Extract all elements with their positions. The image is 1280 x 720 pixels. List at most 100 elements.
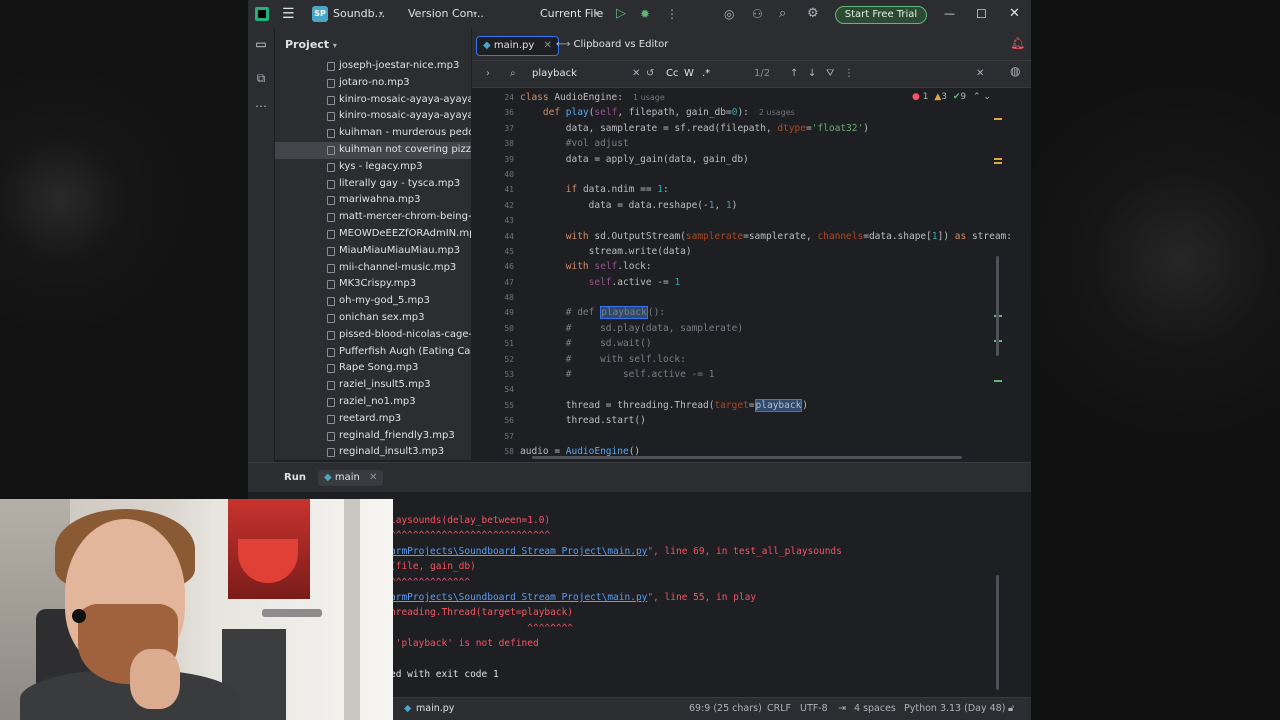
more-tools-icon[interactable]: ⋯ [254,100,268,112]
file-item[interactable]: raziel_no1.mp3 [275,394,471,411]
run-config-selector[interactable]: Current File [540,0,603,28]
file-item[interactable]: kuihman not covering pizza cl [275,141,471,159]
project-badge[interactable]: SP [312,6,328,22]
code-line[interactable]: 39 data = apply_gain(data, gain_db) [472,152,1031,167]
close-tab-icon[interactable]: ✕ [544,40,552,51]
code-line[interactable]: 46 with self.lock: [472,259,1031,274]
status-file[interactable]: main.py [416,698,454,720]
expand-icon[interactable]: › [486,66,490,82]
maximize-icon[interactable]: ☐ [976,0,987,28]
close-icon[interactable]: ✕ [1009,0,1020,28]
code-line[interactable]: 57 [472,429,1031,444]
more-icon[interactable]: ⋮ [844,66,854,82]
close-find-icon[interactable]: ✕ [976,66,984,82]
file-item[interactable]: pissed-blood-nicolas-cage-be [275,327,471,344]
more-actions-icon[interactable]: ⋮ [666,0,678,28]
code-line[interactable]: 45 stream.write(data) [472,244,1031,259]
clear-search-icon[interactable]: ✕ [632,66,640,82]
project-panel-title[interactable]: Project ▾ [285,38,337,51]
code-line[interactable]: 40 [472,167,1031,182]
indentation[interactable]: 4 spaces [854,698,896,720]
match-case-toggle[interactable]: Cc [666,66,678,82]
code-line[interactable]: 52 # with self.lock: [472,352,1031,367]
editor-scrollbar[interactable] [996,256,999,356]
file-item[interactable]: MiauMiauMiauMiau.mp3 [275,243,471,260]
structure-icon[interactable]: ⧉ [254,72,268,84]
code-line[interactable]: 37 data, samplerate = sf.read(filepath, … [472,121,1031,136]
file-item[interactable]: literally gay - tysca.mp3 [275,176,471,193]
whole-word-toggle[interactable]: W [684,66,694,82]
code-line[interactable]: 44 with sd.OutputStream(samplerate=sampl… [472,229,1031,244]
file-item[interactable]: reetard.mp3 [275,411,471,428]
inspection-widget[interactable]: ● 1 ▲3 ✔9 ⌃ ⌄ [912,92,991,102]
minimize-icon[interactable]: — [944,0,955,28]
tab-clipboard-vs-editor[interactable]: ⟷ Clipboard vs Editor [556,36,668,54]
file-item[interactable]: MK3Crispy.mp3 [275,276,471,293]
file-item[interactable]: onichan sex.mp3 [275,310,471,327]
code-line[interactable]: 47 self.active -= 1 [472,275,1031,290]
code-line[interactable]: 42 data = data.reshape(-1, 1) [472,198,1031,213]
file-item[interactable]: mii-channel-music.mp3 [275,260,471,277]
file-item[interactable]: reginald_friendly3.mp3 [275,428,471,445]
tab-main-py[interactable]: ◆ main.py ✕ [476,36,559,56]
code-line[interactable]: 55 thread = threading.Thread(target=play… [472,398,1031,413]
file-encoding[interactable]: UTF-8 [800,698,828,720]
usage-hint[interactable]: 1 usage [633,93,665,102]
history-icon[interactable]: ↺ [646,66,654,82]
file-item[interactable]: kiniro-mosaic-ayaya-ayaya_Hc [275,108,471,125]
console-scrollbar[interactable] [996,575,999,690]
arrow-up-icon[interactable]: ↑ [790,66,798,82]
file-item[interactable]: kuihman - murderous pedoph [275,125,471,142]
add-user-icon[interactable]: ⚇ [752,0,763,28]
file-item[interactable]: oh-my-god_5.mp3 [275,293,471,310]
code-line[interactable]: 43 [472,213,1031,228]
project-switcher[interactable]: Soundb... [333,0,385,28]
close-tab-icon[interactable]: ✕ [369,472,377,483]
folder-icon[interactable]: ▭ [254,38,268,50]
file-item[interactable]: mariwahna.mp3 [275,192,471,209]
traceback-file-link[interactable]: armProjects\Soundboard Stream Project\ma… [390,592,647,603]
file-item[interactable]: MEOWDeEEZfORAdmIN.mp3 [275,226,471,243]
code-line[interactable]: 50 # sd.play(data, samplerate) [472,321,1031,336]
code-line[interactable]: 36 def play(self, filepath, gain_db=0): 2… [472,105,1031,120]
line-separator[interactable]: CRLF [767,698,791,720]
code-line[interactable]: 53 # self.active -= 1 [472,367,1031,382]
code-line[interactable]: 51 # sd.wait() [472,336,1031,351]
regex-toggle[interactable]: .* [702,66,710,82]
interpreter[interactable]: Python 3.13 (Day 48) [904,698,1005,720]
code-line[interactable]: 56 thread.start() [472,413,1031,428]
file-item[interactable]: Pufferfish Augh (Eating Carrot [275,344,471,361]
ai-chat-icon[interactable]: ◍ [1010,64,1020,78]
code-area[interactable]: 24 class AudioEngine: 1 usage 36 def play(s… [472,90,1031,460]
lock-icon[interactable]: 🔓︎ [1008,698,1014,720]
file-item[interactable]: kys - legacy.mp3 [275,159,471,176]
arrow-down-icon[interactable]: ↓ [808,66,816,82]
code-line[interactable]: 49 # def playback(): [472,305,1031,320]
code-line[interactable]: 48 [472,290,1031,305]
editor-h-scrollbar[interactable] [532,456,962,459]
usage-hint[interactable]: 2 usages [759,108,795,117]
code-line[interactable]: 41 if data.ndim == 1: [472,182,1031,197]
file-item[interactable]: kiniro-mosaic-ayaya-ayaya-ay [275,92,471,109]
ai-assistant-icon[interactable]: ◎ [724,0,734,28]
caret-position[interactable]: 69:9 (25 chars) [689,698,762,720]
code-line[interactable]: 54 [472,382,1031,397]
file-item[interactable]: Rape Song.mp3 [275,360,471,377]
main-menu-icon[interactable]: ☰ [282,0,295,28]
search-icon[interactable]: ⌕ [779,0,786,28]
gear-icon[interactable]: ⚙ [807,0,819,28]
run-title[interactable]: Run [284,470,306,486]
debug-icon[interactable]: ✹ [640,0,650,28]
run-icon[interactable]: ▷ [616,0,626,28]
start-free-trial-button[interactable]: Start Free Trial [835,6,927,24]
run-tab-main[interactable]: ◆ main ✕ [318,470,384,486]
file-item[interactable]: jotaro-no.mp3 [275,75,471,92]
code-line[interactable]: 38 #vol adjust [472,136,1031,151]
file-item[interactable]: matt-mercer-chrom-being-he [275,209,471,226]
file-item[interactable]: raziel_insult5.mp3 [275,377,471,394]
filter-icon[interactable]: ⛛ [826,66,834,82]
notifications-icon[interactable]: 🔔︎ [1010,36,1025,50]
file-item[interactable]: joseph-joestar-nice.mp3 [275,58,471,75]
traceback-file-link[interactable]: armProjects\Soundboard Stream Project\ma… [390,546,647,557]
file-item[interactable]: reginald_insult3.mp3 [275,444,471,461]
